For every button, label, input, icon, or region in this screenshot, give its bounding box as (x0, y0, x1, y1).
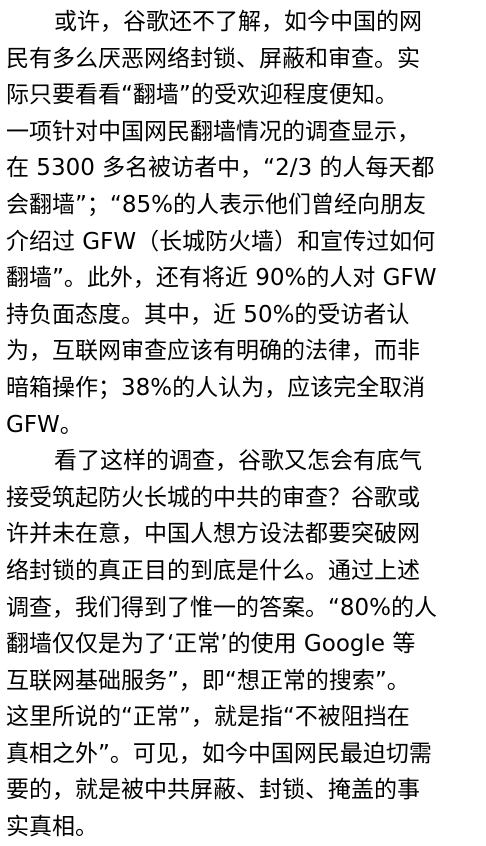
text-line: 会翻墙”；“85%的人表示他们曾经向朋友 (6, 191, 426, 218)
text-line: GFW。 (6, 411, 83, 438)
text-line: 这里所说的“正常”，就是指“不被阻挡在 (6, 704, 410, 731)
text-line: 为，互联网审查应该有明确的法律，而非 (6, 338, 420, 365)
text-line: 接受筑起防火长城的中共的审查？谷歌或 (6, 484, 420, 511)
text-line: 许并未在意，中国人想方设法都要突破网 (6, 521, 420, 548)
text-line: 际只要看看“翻墙”的受欢迎程度便知。 (6, 82, 398, 109)
text-line: 络封锁的真正目的到底是什么。通过上述 (6, 557, 420, 584)
text-line: 一项针对中国网民翻墙情况的调查显示， (6, 118, 420, 145)
text-line: 真相之外”。可见，如今中国网民最迫切需 (6, 740, 432, 767)
document-page: 或许，谷歌还不了解，如今中国的网 民有多么厌恶网络封锁、屏蔽和审查。实 际只要看… (0, 0, 486, 840)
text-line: 暗箱操作；38%的人认为，应该完全取消 (6, 374, 426, 401)
text-line: 要的，就是被中共屏蔽、封锁、掩盖的事 (6, 777, 420, 804)
text-line: 民有多么厌恶网络封锁、屏蔽和审查。实 (6, 45, 420, 72)
text-line: 实真相。 (6, 814, 98, 841)
text-line: 看了这样的调查，谷歌又怎会有底气 (54, 448, 422, 475)
paragraph-2: 看了这样的调查，谷歌又怎会有底气 接受筑起防火长城的中共的审查？谷歌或 许并未在… (6, 443, 482, 846)
text-line: 持负面态度。其中，近 50%的受访者认 (6, 301, 410, 328)
paragraph-1: 或许，谷歌还不了解，如今中国的网 民有多么厌恶网络封锁、屏蔽和审查。实 际只要看… (6, 4, 482, 443)
text-line: 或许，谷歌还不了解，如今中国的网 (54, 9, 422, 35)
text-line: 翻墙”。此外，还有将近 90%的人对 GFW (6, 265, 437, 292)
text-line: 翻墙仅仅是为了‘正常’的使用 Google 等 (6, 631, 416, 658)
text-line: 在 5300 多名被访者中，“2/3 的人每天都 (6, 155, 435, 182)
text-line: 介绍过 GFW（长城防火墙）和宣传过如何 (6, 228, 436, 255)
text-line: 互联网基础服务”，即“想正常的搜索”。 (6, 667, 410, 694)
text-line: 调查，我们得到了惟一的答案。“80%的人 (6, 594, 438, 621)
